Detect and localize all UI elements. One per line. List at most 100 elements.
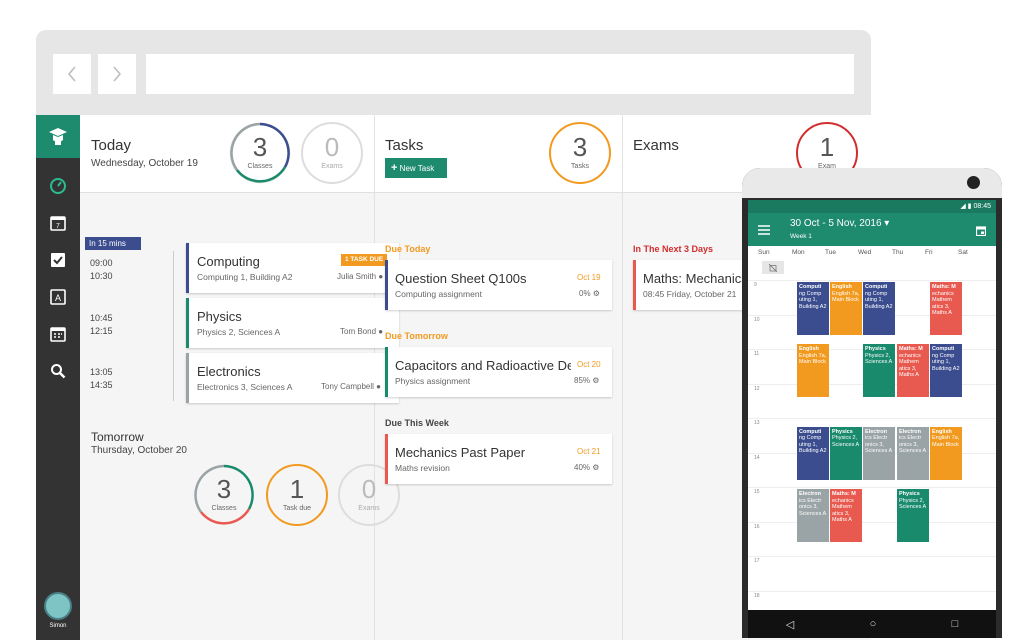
calendar-today-icon[interactable] xyxy=(975,223,987,241)
day-label: Tue xyxy=(825,249,836,256)
calendar-event[interactable]: Electron ics Electr onics 3, Sciences A xyxy=(863,426,895,481)
tasks-count: 3 xyxy=(572,132,588,162)
status-bar: ◢ ▮ 08:45 xyxy=(748,200,996,213)
day-label: Thu xyxy=(892,249,904,256)
event-body: ics Electr onics 3, Sciences A xyxy=(899,435,927,455)
task-date: Oct 20 xyxy=(575,360,601,369)
week-grid: 9 10 11 12 13 14 15 16 17 18 Computi ng Comp uting … xyxy=(748,260,996,610)
calendar-event[interactable]: Physics Physics 2, Sciences A xyxy=(863,344,895,398)
event-title: English xyxy=(799,346,819,353)
week-label: Week 1 xyxy=(790,233,812,240)
class-subject: Electronics xyxy=(197,364,261,379)
calendar-icon[interactable] xyxy=(48,324,68,344)
recents-square-icon[interactable]: □ xyxy=(952,618,959,630)
address-bar[interactable] xyxy=(146,54,854,94)
hour-label: 17 xyxy=(754,558,760,564)
avatar[interactable] xyxy=(44,592,72,620)
classes-ring[interactable]: 3 Classes xyxy=(229,122,291,184)
class-card-physics[interactable]: Physics Physics 2, Sciences A Tom Bond ● xyxy=(186,298,399,348)
calendar-event[interactable]: English English 7a, Main Block xyxy=(830,282,862,336)
hour-label: 14 xyxy=(754,454,760,461)
hour-line xyxy=(748,556,996,557)
task-progress: 0% ⚙ xyxy=(579,289,600,298)
event-title: Maths: M xyxy=(832,491,856,497)
class-card-electronics[interactable]: Electronics Electronics 3, Sciences A To… xyxy=(186,353,399,403)
event-body: English 7a, Main Block xyxy=(932,435,960,448)
calendar-event[interactable]: Computi ng Comp uting 1, Building A2 xyxy=(863,282,895,336)
event-title: Electron xyxy=(799,491,822,497)
tasks-ring[interactable]: 3 Tasks xyxy=(549,122,611,184)
tasks-check-icon[interactable] xyxy=(48,250,68,270)
calendar-event[interactable]: Computi ng Comp uting 1, Building A2 xyxy=(930,344,962,398)
calendar-day-icon[interactable]: 7 xyxy=(48,213,68,233)
calendar-event[interactable]: Electron ics Electr onics 3, Sciences A xyxy=(897,426,929,481)
class-1-time: 09:00 10:30 xyxy=(90,258,113,281)
calendar-event[interactable]: Maths: Mechanics Mathem atics 3, Maths A xyxy=(830,489,862,543)
class-detail: Physics 2, Sciences A xyxy=(197,327,281,337)
calendar-event[interactable]: Electron ics Electr onics 3, Sciences A xyxy=(797,489,829,543)
calendar-event[interactable]: Maths: Mechanics Mathem atics 3, Maths A xyxy=(930,282,962,336)
exams-ring[interactable]: 0 Exams xyxy=(301,122,363,184)
calendar-event[interactable]: English English 7a, Main Block xyxy=(797,344,829,398)
hour-line xyxy=(748,418,996,419)
dashboard-icon[interactable] xyxy=(48,176,68,196)
sidebar: 7 A Simon xyxy=(36,115,80,640)
task-card[interactable]: Mechanics Past Paper Maths revision Oct … xyxy=(385,434,612,484)
event-title: Computi xyxy=(799,284,822,290)
progress-icon: ⚙ xyxy=(592,289,600,298)
event-title: Computi xyxy=(799,428,822,435)
tomorrow-title: Tomorrow xyxy=(91,430,144,444)
task-date: Oct 21 xyxy=(577,447,601,456)
event-body: echanics Mathem atics 3, Maths A xyxy=(899,352,921,379)
calendar-event[interactable]: Physics Physics 2, Sciences A xyxy=(897,489,929,543)
calendar-event[interactable]: Computi ng Comp uting 1, Building A2 xyxy=(797,282,829,336)
tomorrow-classes-ring[interactable]: 3 Classes xyxy=(193,464,255,526)
task-title: Mechanics Past Paper xyxy=(395,445,526,460)
exams-title: Exams xyxy=(633,137,679,154)
plus-icon: + xyxy=(391,162,398,174)
today-title: Today xyxy=(91,137,132,154)
tomorrow-task-count: 1 xyxy=(289,474,305,504)
day-label: Mon xyxy=(792,249,805,256)
event-body: English 7a, Main Block xyxy=(799,352,827,366)
search-icon[interactable] xyxy=(48,361,68,381)
exams-label: Exams xyxy=(321,163,343,170)
calendar-event[interactable]: Maths: Mechanics Mathem atics 3, Maths A xyxy=(897,344,929,398)
tomorrow-task-ring[interactable]: 1 Task due xyxy=(266,464,328,526)
week-range-dropdown[interactable]: 30 Oct - 5 Nov, 2016 ▾ xyxy=(790,218,889,229)
task-date: Oct 19 xyxy=(577,273,601,282)
class-2-time: 10:45 12:15 xyxy=(90,313,113,336)
battery-icon: ▮ xyxy=(967,203,972,210)
back-button[interactable] xyxy=(53,54,91,94)
hour-label: 11 xyxy=(754,351,760,357)
class-card-computing[interactable]: Computing Computing 1, Building A2 1 TAS… xyxy=(186,243,399,293)
hour-line xyxy=(748,521,996,523)
event-title: Maths: M xyxy=(899,346,923,353)
phone-device: ◢ ▮ 08:45 30 Oct - 5 Nov, 2016 ▾ Week 1 … xyxy=(742,168,1002,638)
app-bar: 30 Oct - 5 Nov, 2016 ▾ Week 1 xyxy=(748,213,996,246)
home-circle-icon[interactable]: ○ xyxy=(870,618,877,630)
tomorrow-task-label: Task due xyxy=(282,505,312,512)
new-task-button[interactable]: + New Task xyxy=(385,158,447,178)
menu-icon[interactable] xyxy=(758,222,770,240)
app-logo[interactable] xyxy=(36,115,80,158)
user-name: Simon xyxy=(49,623,67,629)
task-card[interactable]: Question Sheet Q100s Computing assignmen… xyxy=(385,260,612,310)
exams-icon[interactable]: A xyxy=(48,287,68,307)
calendar-event[interactable]: Computi ng Comp uting 1, Building A2 xyxy=(797,426,829,481)
task-card[interactable]: Capacitors and Radioactive Decay Physics… xyxy=(385,347,612,397)
day-label: Sun xyxy=(758,249,770,256)
calendar-event[interactable]: English English 7a, Main Block xyxy=(930,426,962,481)
task-progress: 85% ⚙ xyxy=(574,376,600,385)
hour-label: 10 xyxy=(754,316,760,323)
event-body: Physics 2, Sciences A xyxy=(832,435,860,448)
event-title: English xyxy=(832,284,852,290)
forward-button[interactable] xyxy=(98,54,136,94)
task-detail: Physics assignment xyxy=(395,376,471,386)
event-title: Electron xyxy=(865,428,888,435)
tomorrow-date: Thursday, October 20 xyxy=(91,445,187,456)
class-subject: Physics xyxy=(197,309,242,324)
phone-screen: ◢ ▮ 08:45 30 Oct - 5 Nov, 2016 ▾ Week 1 … xyxy=(748,200,996,610)
task-progress: 40% ⚙ xyxy=(574,463,600,472)
calendar-event[interactable]: Physics Physics 2, Sciences A xyxy=(830,426,862,481)
